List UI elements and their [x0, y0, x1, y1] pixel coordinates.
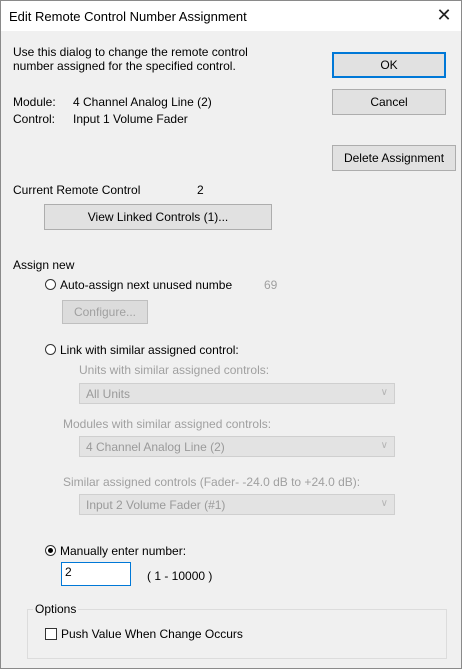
chevron-down-icon: ∨ [380, 440, 388, 451]
chevron-down-icon: ∨ [380, 498, 388, 509]
units-label: Units with similar assigned controls: [79, 363, 270, 377]
manual-entry-label[interactable]: Manually enter number: [60, 544, 186, 558]
control-value: Input 1 Volume Fader [73, 112, 188, 126]
modules-label: Modules with similar assigned controls: [63, 417, 272, 431]
manual-entry-radio[interactable] [45, 545, 56, 556]
intro-line-1: Use this dialog to change the remote con… [13, 45, 248, 59]
modules-select-value: 4 Channel Analog Line (2) [86, 440, 225, 454]
units-select-value: All Units [86, 387, 131, 401]
number-range-label: ( 1 - 10000 ) [147, 569, 213, 583]
current-remote-label: Current Remote Control [13, 183, 141, 197]
cancel-button[interactable]: Cancel [332, 89, 446, 115]
module-label: Module: [13, 95, 56, 109]
intro-line-2: number assigned for the specified contro… [13, 59, 236, 73]
auto-assign-radio[interactable] [45, 279, 56, 290]
similar-controls-label: Similar assigned controls (Fader- -24.0 … [63, 475, 361, 489]
assign-new-heading: Assign new [13, 258, 75, 272]
module-value: 4 Channel Analog Line (2) [73, 95, 212, 109]
current-remote-value: 2 [197, 183, 204, 197]
manual-number-input[interactable]: 2 [61, 562, 131, 586]
view-linked-controls-button[interactable]: View Linked Controls (1)... [44, 204, 272, 230]
link-similar-radio[interactable] [45, 344, 56, 355]
options-heading: Options [33, 602, 79, 616]
control-label: Control: [13, 112, 56, 126]
similar-controls-select[interactable]: Input 2 Volume Fader (#1) ∨ [79, 494, 395, 515]
dialog-window: Edit Remote Control Number Assignment ✕ … [0, 0, 462, 669]
push-value-label[interactable]: Push Value When Change Occurs [61, 627, 243, 641]
close-icon[interactable]: ✕ [427, 1, 461, 31]
title-bar: Edit Remote Control Number Assignment ✕ [1, 1, 461, 31]
link-similar-label[interactable]: Link with similar assigned control: [60, 343, 239, 357]
next-unused-number: 69 [264, 278, 278, 292]
modules-select[interactable]: 4 Channel Analog Line (2) ∨ [79, 436, 395, 457]
push-value-checkbox[interactable] [45, 628, 57, 640]
units-select[interactable]: All Units ∨ [79, 383, 395, 404]
similar-controls-select-value: Input 2 Volume Fader (#1) [86, 498, 226, 512]
configure-button[interactable]: Configure... [62, 300, 148, 324]
chevron-down-icon: ∨ [380, 387, 388, 398]
auto-assign-label[interactable]: Auto-assign next unused numbe [60, 278, 232, 292]
ok-button[interactable]: OK [332, 52, 446, 78]
delete-assignment-button[interactable]: Delete Assignment [332, 145, 456, 171]
window-title: Edit Remote Control Number Assignment [9, 9, 247, 24]
